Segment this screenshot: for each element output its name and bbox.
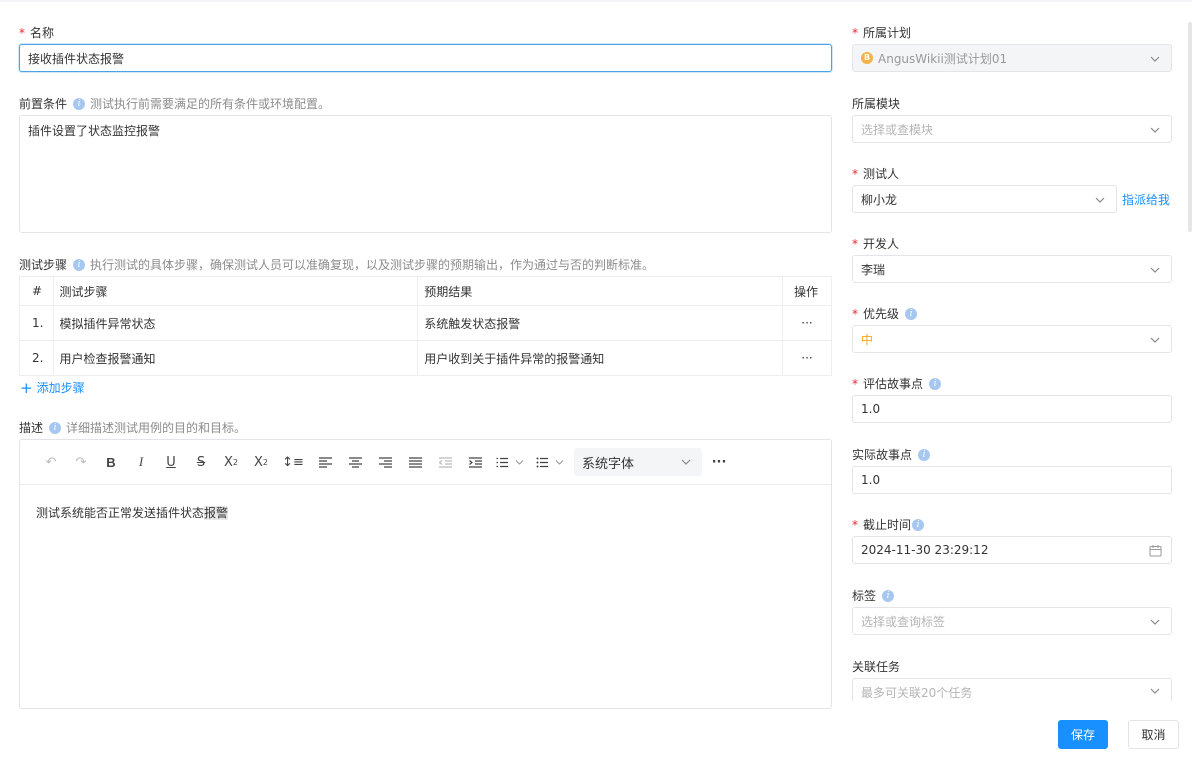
superscript-icon[interactable]: X2	[246, 450, 276, 474]
name-input[interactable]: 接收插件状态报警	[19, 44, 832, 72]
more-icon[interactable]: ···	[781, 340, 833, 376]
more-tools-icon[interactable]: ···	[704, 450, 734, 474]
outdent-icon[interactable]	[430, 450, 460, 474]
strikethrough-icon[interactable]: S	[186, 450, 216, 474]
editor-toolbar: ↶ ↷ B I U S X2 X2 ↕≡ 系统字体 ···	[20, 440, 831, 485]
chevron-down-icon	[1094, 194, 1106, 206]
tags-label: 标签 i	[852, 587, 895, 604]
scrollbar[interactable]	[1188, 22, 1192, 232]
assign-to-me-link[interactable]: 指派给我	[1122, 191, 1170, 208]
more-icon[interactable]: ···	[781, 305, 833, 341]
steps-label: 测试步骤 i 执行测试的具体步骤，确保测试人员可以准确复现，以及测试步骤的预期输…	[19, 258, 655, 272]
info-icon[interactable]: i	[73, 97, 86, 110]
tasks-select[interactable]: 最多可关联20个任务	[852, 678, 1172, 701]
chevron-down-icon	[1149, 264, 1161, 276]
tags-select[interactable]: 选择或查询标签	[852, 607, 1172, 635]
info-icon[interactable]: i	[49, 421, 62, 434]
name-label: * 名称	[19, 25, 55, 41]
chevron-down-icon	[1149, 53, 1161, 65]
estimate-input[interactable]: 1.0	[852, 395, 1172, 423]
info-icon[interactable]: i	[918, 448, 931, 461]
tasks-label: 关联任务	[852, 660, 901, 674]
col-expected: 预期结果	[417, 276, 783, 306]
deadline-picker[interactable]: 2024-11-30 23:29:12	[852, 536, 1172, 564]
align-right-icon[interactable]	[370, 450, 400, 474]
add-step-button[interactable]: + 添加步骤	[20, 379, 85, 396]
expected-cell[interactable]: 系统触发状态报警	[417, 305, 783, 341]
chevron-down-icon	[1149, 334, 1161, 346]
plan-select[interactable]: B AngusWikii测试计划01	[852, 44, 1172, 72]
info-icon[interactable]: i	[912, 518, 925, 531]
info-icon[interactable]: i	[929, 377, 942, 390]
save-button[interactable]: 保存	[1058, 720, 1108, 749]
table-header-row: # 测试步骤 预期结果 操作	[18, 276, 833, 306]
info-icon[interactable]: i	[882, 589, 895, 602]
tasks-select-clip: 最多可关联20个任务	[852, 678, 1172, 701]
font-family-select[interactable]: 系统字体	[574, 448, 702, 476]
tester-label: * 测试人	[852, 166, 900, 182]
chevron-down-icon	[680, 456, 692, 468]
undo-icon[interactable]: ↶	[36, 450, 66, 474]
module-label: 所属模块	[852, 97, 901, 111]
bold-icon[interactable]: B	[96, 450, 126, 474]
table-row: 1. 模拟插件异常状态 系统触发状态报警 ···	[18, 305, 833, 341]
subscript-icon[interactable]: X2	[216, 450, 246, 474]
rich-text-editor: ↶ ↷ B I U S X2 X2 ↕≡ 系统字体 ··· 测试系统能否正常发送…	[19, 439, 832, 709]
redo-icon[interactable]: ↷	[66, 450, 96, 474]
actual-input[interactable]: 1.0	[852, 466, 1172, 494]
deadline-label: * 截止时间 i	[852, 516, 925, 533]
precondition-textarea[interactable]: 插件设置了状态监控报警	[19, 115, 832, 233]
top-divider	[0, 0, 1192, 2]
expected-cell[interactable]: 用户收到关于插件异常的报警通知	[417, 340, 783, 376]
align-justify-icon[interactable]	[400, 450, 430, 474]
developer-label: * 开发人	[852, 236, 900, 252]
precondition-label: 前置条件 i 测试执行前需要满足的所有条件或环境配置。	[19, 97, 331, 111]
info-icon[interactable]: i	[905, 307, 918, 320]
developer-select[interactable]: 李瑞	[852, 255, 1172, 283]
editor-content[interactable]: 测试系统能否正常发送插件状态报警	[20, 485, 831, 540]
estimate-label: * 评估故事点 i	[852, 375, 942, 392]
italic-icon[interactable]: I	[126, 450, 156, 474]
priority-label: * 优先级 i	[852, 305, 918, 322]
col-action: 操作	[781, 276, 833, 306]
priority-select[interactable]: 中	[852, 325, 1172, 353]
col-step: 测试步骤	[53, 276, 419, 306]
description-label: 描述 i 详细描述测试用例的目的和目标。	[19, 421, 247, 435]
step-cell[interactable]: 用户检查报警通知	[53, 340, 419, 376]
plan-icon: B	[861, 52, 873, 64]
underline-icon[interactable]: U	[156, 450, 186, 474]
actual-label: 实际故事点 i	[852, 446, 931, 463]
cancel-button[interactable]: 取消	[1128, 720, 1179, 749]
align-left-icon[interactable]	[310, 450, 340, 474]
module-select[interactable]: 选择或查模块	[852, 115, 1172, 143]
plus-icon: +	[20, 378, 33, 397]
bullet-list-icon[interactable]	[530, 450, 570, 474]
calendar-icon	[1149, 544, 1162, 557]
col-index: #	[18, 276, 55, 306]
steps-table: # 测试步骤 预期结果 操作 1. 模拟插件异常状态 系统触发状态报警 ··· …	[18, 276, 833, 376]
ordered-list-icon[interactable]	[490, 450, 530, 474]
chevron-down-icon	[1149, 685, 1161, 697]
plan-label: * 所属计划	[852, 25, 912, 41]
indent-icon[interactable]	[460, 450, 490, 474]
tester-select[interactable]: 柳小龙	[852, 185, 1117, 213]
line-height-icon[interactable]: ↕≡	[276, 450, 310, 474]
align-center-icon[interactable]	[340, 450, 370, 474]
info-icon[interactable]: i	[73, 258, 86, 271]
chevron-down-icon	[1149, 124, 1161, 136]
chevron-down-icon	[1149, 616, 1161, 628]
step-cell[interactable]: 模拟插件异常状态	[53, 305, 419, 341]
table-row: 2. 用户检查报警通知 用户收到关于插件异常的报警通知 ···	[18, 340, 833, 376]
